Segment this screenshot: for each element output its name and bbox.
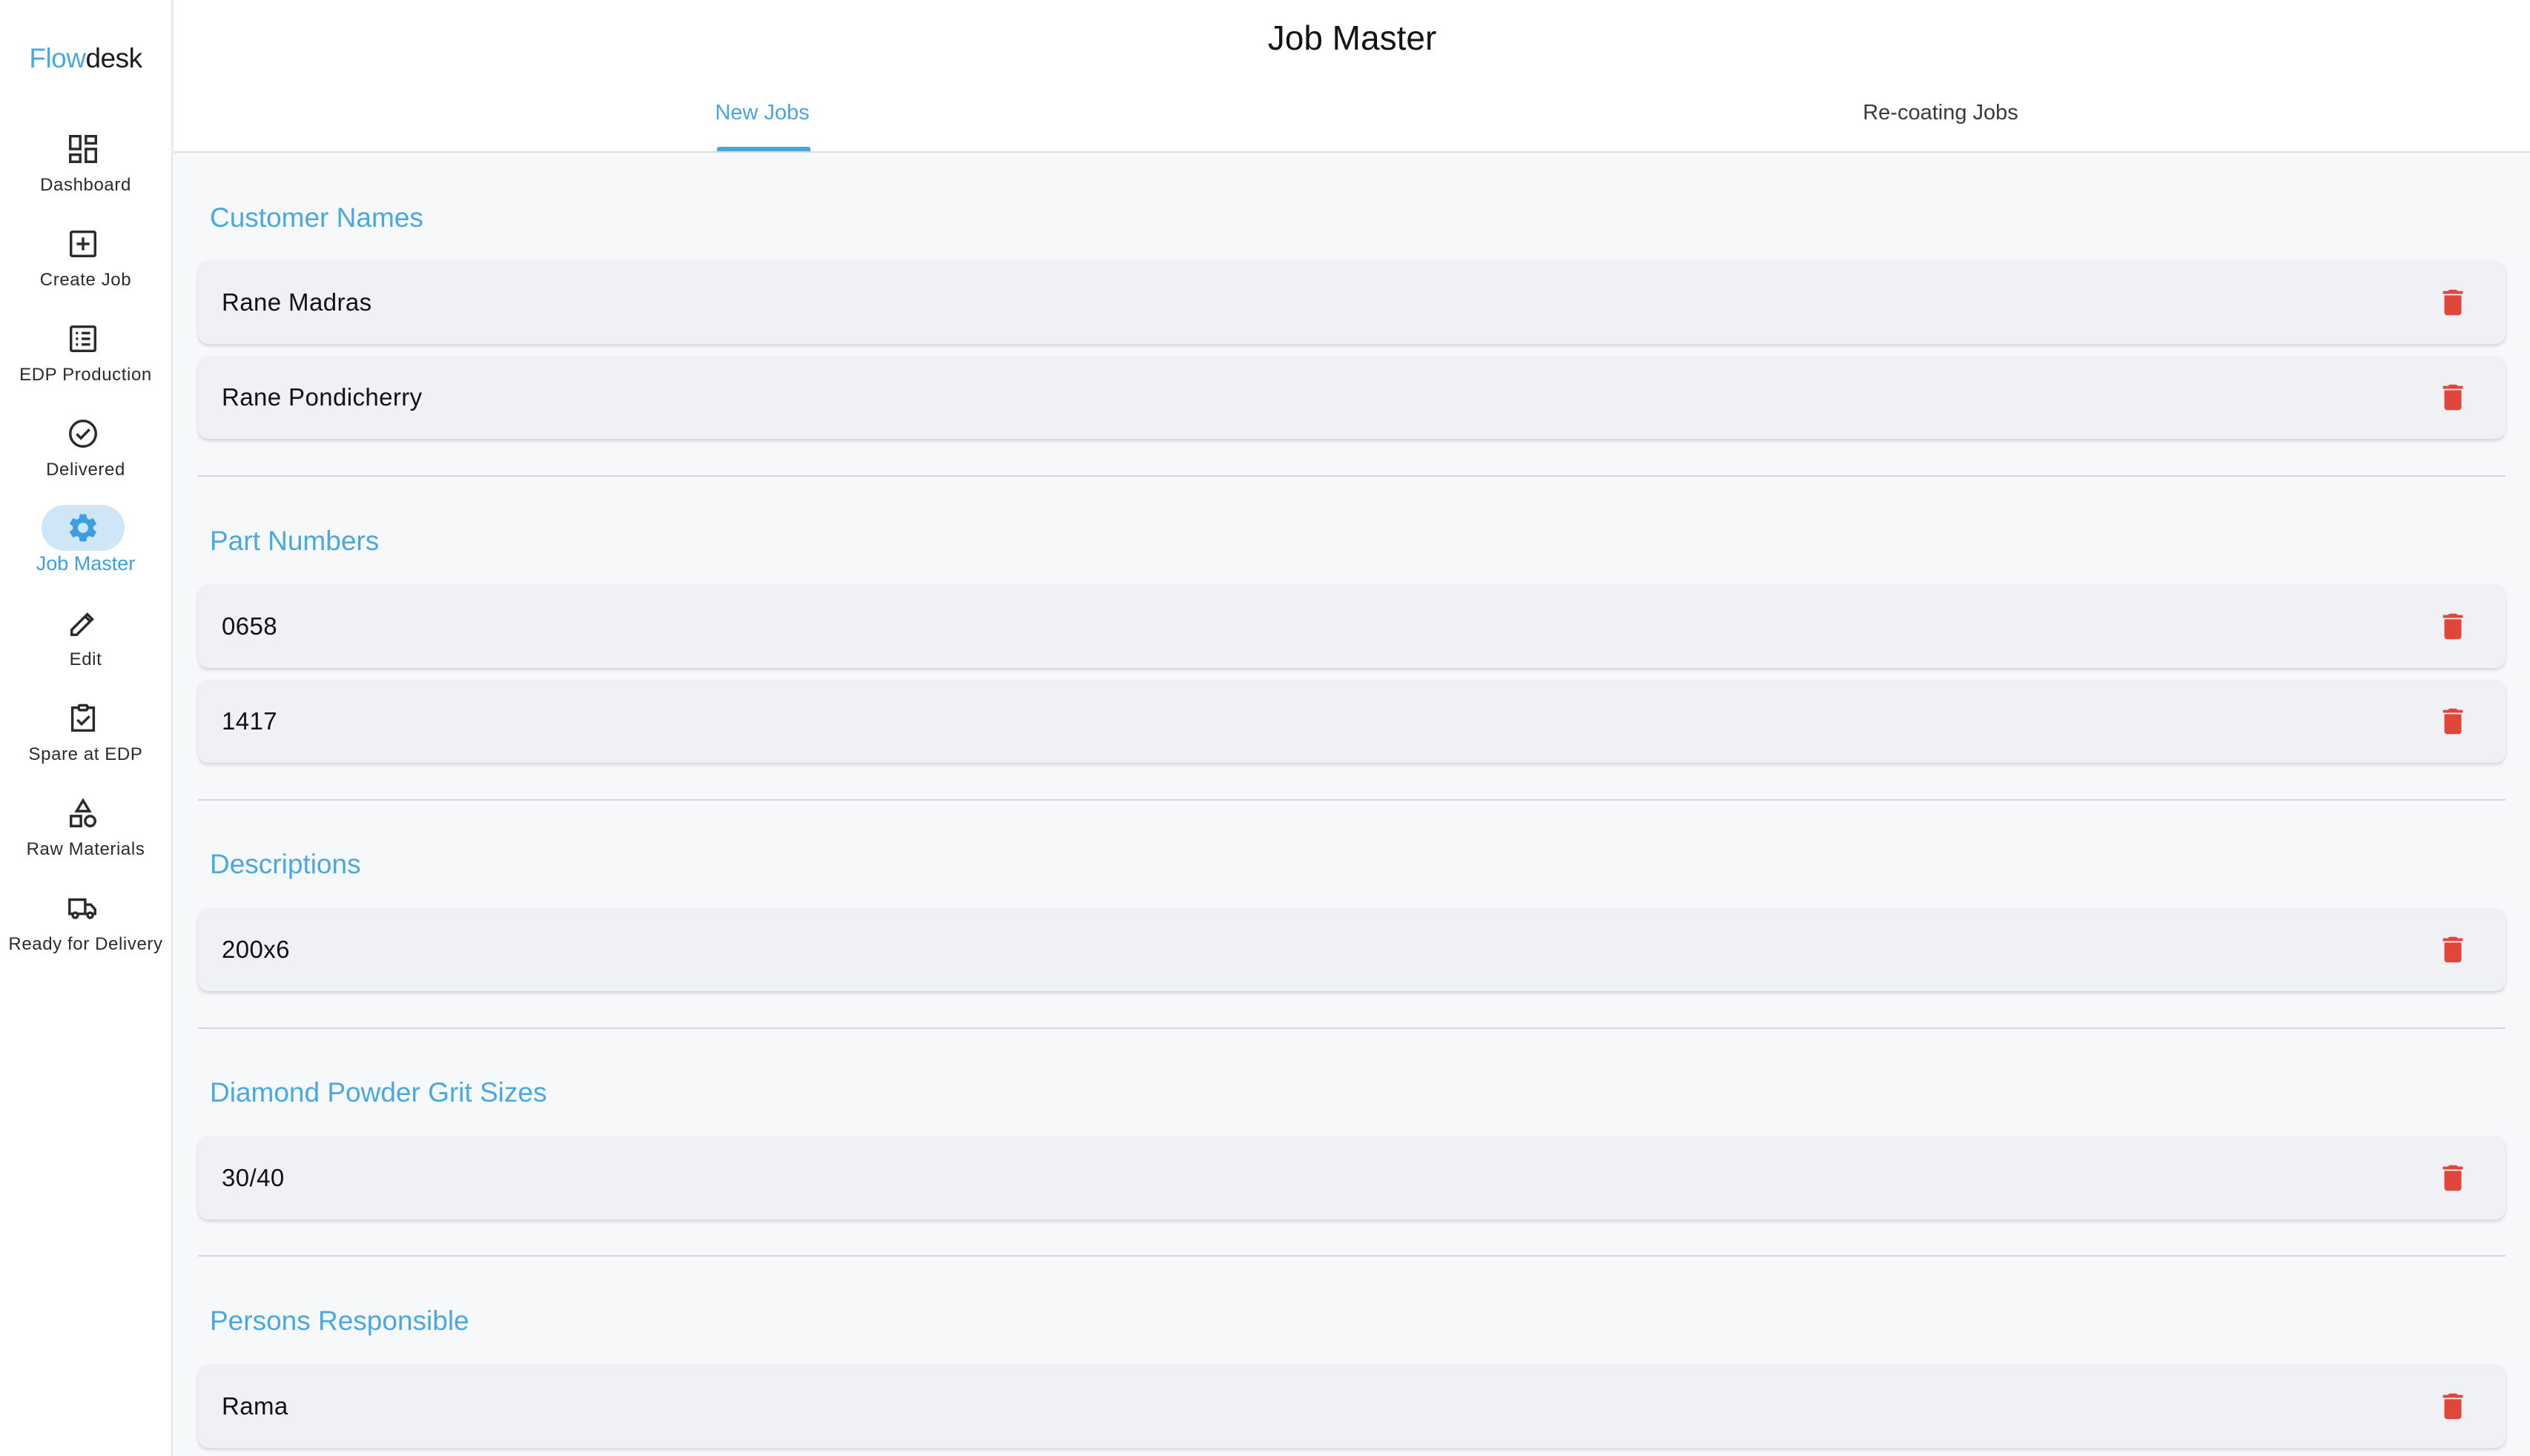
list-item-text: 1417 bbox=[222, 707, 278, 735]
sidebar-item-create-job[interactable]: Create Job bbox=[0, 221, 171, 308]
dashboard-icon bbox=[42, 126, 125, 172]
list-item-text: Rane Pondicherry bbox=[222, 383, 423, 411]
list-item: 1417 bbox=[198, 680, 2506, 763]
section-title-customer-names: Customer Names bbox=[210, 202, 423, 233]
delete-button[interactable] bbox=[2436, 380, 2470, 415]
sidebar-item-ready-for-delivery[interactable]: Ready for Delivery bbox=[0, 885, 171, 973]
sidebar-item-label: Spare at EDP bbox=[28, 744, 143, 764]
sidebar-item-label: Job Master bbox=[36, 552, 136, 575]
truck-icon bbox=[42, 885, 125, 931]
sidebar-item-label: Delivered bbox=[46, 460, 125, 480]
job-master-content: Customer Names Rane Madras Rane Pondiche… bbox=[174, 154, 2530, 1456]
section-divider bbox=[198, 1255, 2506, 1257]
list-item-text: 0658 bbox=[222, 612, 278, 640]
list-item-text: Rane Madras bbox=[222, 288, 372, 316]
section-divider bbox=[198, 799, 2506, 801]
section-title-persons-responsible: Persons Responsible bbox=[210, 1306, 469, 1336]
sidebar: Flowdesk Dashboard Create Job EDP Produc… bbox=[0, 0, 173, 1456]
trash-icon bbox=[2443, 384, 2463, 411]
sidebar-item-edp-production[interactable]: EDP Production bbox=[0, 316, 171, 403]
page-header: Job Master New Jobs Re-coating Jobs bbox=[174, 0, 2530, 153]
list-item: 30/40 bbox=[198, 1136, 2506, 1220]
list-item: Rama bbox=[198, 1365, 2506, 1448]
add-box-icon bbox=[42, 221, 125, 267]
active-tab-indicator bbox=[717, 147, 810, 151]
tab-re-coating-jobs[interactable]: Re-coating Jobs bbox=[1863, 101, 2018, 125]
check-circle-icon bbox=[42, 411, 125, 457]
trash-icon bbox=[2443, 613, 2463, 640]
delete-button[interactable] bbox=[2436, 704, 2470, 739]
delete-button[interactable] bbox=[2436, 609, 2470, 644]
pencil-icon bbox=[42, 600, 125, 646]
logo-desk: desk bbox=[85, 43, 142, 73]
delete-button[interactable] bbox=[2436, 932, 2470, 967]
sidebar-item-label: Ready for Delivery bbox=[8, 934, 163, 954]
trash-icon bbox=[2443, 1393, 2463, 1420]
sidebar-item-label: EDP Production bbox=[19, 365, 152, 385]
clipboard-check-icon bbox=[42, 695, 125, 741]
delete-button[interactable] bbox=[2436, 1160, 2470, 1196]
shapes-icon bbox=[42, 790, 125, 836]
app-logo: Flowdesk bbox=[0, 43, 171, 74]
list-item: Rane Pondicherry bbox=[198, 356, 2506, 439]
trash-icon bbox=[2443, 289, 2463, 316]
sidebar-item-job-master[interactable]: Job Master bbox=[0, 505, 171, 592]
sidebar-item-raw-materials[interactable]: Raw Materials bbox=[0, 790, 171, 878]
delete-button[interactable] bbox=[2436, 285, 2470, 320]
list-item: 200x6 bbox=[198, 908, 2506, 991]
list-item: 0658 bbox=[198, 585, 2506, 668]
sidebar-item-spare-at-edp[interactable]: Spare at EDP bbox=[0, 695, 171, 783]
section-title-part-numbers: Part Numbers bbox=[210, 526, 380, 556]
trash-icon bbox=[2443, 708, 2463, 735]
trash-icon bbox=[2443, 936, 2463, 963]
delete-button[interactable] bbox=[2436, 1389, 2470, 1424]
section-divider bbox=[198, 1028, 2506, 1029]
list-item-text: Rama bbox=[222, 1392, 288, 1420]
list-item-text: 30/40 bbox=[222, 1164, 285, 1191]
page-title: Job Master bbox=[1267, 19, 1437, 57]
gear-icon bbox=[42, 505, 125, 551]
logo-flow: Flow bbox=[29, 43, 86, 73]
sidebar-item-label: Edit bbox=[69, 649, 102, 669]
tab-new-jobs[interactable]: New Jobs bbox=[715, 101, 809, 125]
sidebar-item-delivered[interactable]: Delivered bbox=[0, 411, 171, 498]
trash-icon bbox=[2443, 1165, 2463, 1191]
sidebar-item-edit[interactable]: Edit bbox=[0, 600, 171, 688]
sidebar-item-label: Raw Materials bbox=[26, 839, 145, 859]
section-title-grit-sizes: Diamond Powder Grit Sizes bbox=[210, 1077, 547, 1108]
list-item-text: 200x6 bbox=[222, 936, 290, 963]
section-title-descriptions: Descriptions bbox=[210, 849, 361, 879]
sidebar-item-label: Create Job bbox=[39, 270, 132, 290]
sidebar-item-label: Dashboard bbox=[40, 175, 131, 195]
list-icon bbox=[42, 316, 125, 362]
sidebar-item-dashboard[interactable]: Dashboard bbox=[0, 126, 171, 214]
list-item: Rane Madras bbox=[198, 261, 2506, 344]
section-divider bbox=[198, 475, 2506, 477]
